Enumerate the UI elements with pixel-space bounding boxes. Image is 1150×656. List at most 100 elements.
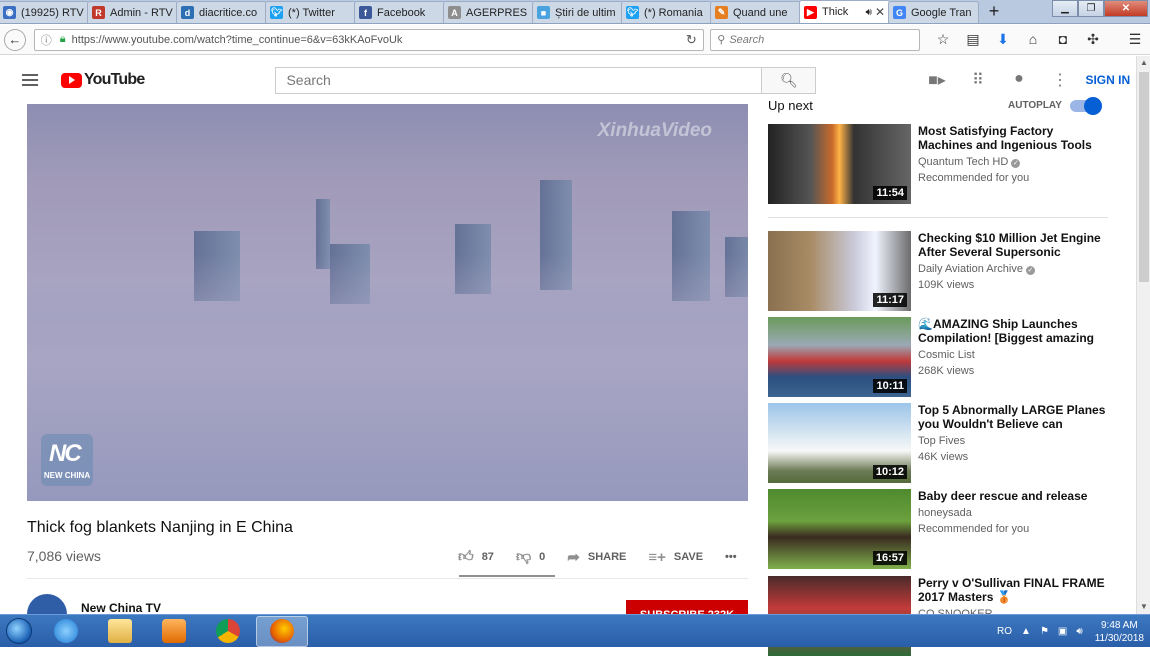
recommended-channel[interactable]: Top Fives — [918, 435, 965, 447]
video-duration: 16:57 — [872, 551, 907, 565]
network-icon[interactable]: ▣ — [1058, 626, 1067, 637]
browser-tab[interactable]: ■ Știri de ultim — [532, 1, 623, 23]
recommended-video[interactable]: 11:17 Checking $10 Million Jet Engine Aft… — [768, 231, 1113, 311]
recommended-title[interactable]: Most Satisfying Factory Machines and Ing… — [918, 124, 1106, 152]
scrollbar-thumb[interactable] — [1139, 72, 1149, 282]
thumbs-down-icon: 👎︎ — [515, 548, 532, 565]
ie-icon[interactable] — [40, 616, 92, 647]
video-player[interactable]: XinhuaVideo NC NEW CHINA — [27, 104, 748, 501]
recommended-video[interactable]: 16:57 Baby deer rescue and release honeysa… — [768, 489, 1113, 569]
system-tray: RO ▲ ⚑ ▣ 🔊︎ 9:48 AM 11/30/2018 — [988, 615, 1144, 648]
recommended-title[interactable]: Baby deer rescue and release — [918, 489, 1106, 503]
like-button[interactable]: 👍︎ 87 — [458, 548, 494, 566]
browser-tab[interactable]: ▶ Thick 🔊︎ ✕ — [799, 0, 890, 23]
view-count: 7,086 views — [27, 548, 101, 564]
pen-icon: ✎ — [715, 6, 728, 19]
recommended-channel[interactable]: Cosmic List — [918, 349, 975, 361]
firefox-icon[interactable] — [256, 615, 308, 647]
info-icon[interactable]: ⓘ — [41, 32, 52, 48]
video-thumbnail[interactable]: 11:17 — [768, 231, 911, 311]
start-button[interactable] — [0, 615, 38, 648]
recommended-title[interactable]: 🌊AMAZING Ship Launches Compilation! [Big… — [918, 317, 1106, 345]
download-icon[interactable]: ⬇ — [988, 31, 1018, 48]
address-bar[interactable]: ⓘ 🔒︎ https://www.youtube.com/watch?time_… — [33, 28, 705, 51]
language-indicator[interactable]: RO — [997, 626, 1012, 637]
video-duration: 11:17 — [873, 293, 907, 307]
facebook-icon: f — [359, 6, 372, 19]
browser-tab[interactable]: ◉ (19925) RTV — [0, 1, 89, 23]
extension-icon[interactable]: ✣ — [1078, 31, 1108, 48]
browser-tab[interactable]: 🐦︎ (*) Romania — [621, 1, 712, 23]
apps-grid-icon[interactable]: ⠿ — [957, 70, 998, 90]
video-thumbnail[interactable]: 10:11 — [768, 317, 911, 397]
menu-icon[interactable]: ☰ — [1120, 31, 1150, 48]
share-button[interactable]: ➦ SHARE — [567, 548, 626, 566]
dislike-button[interactable]: 👎︎ 0 — [516, 548, 545, 566]
home-icon[interactable]: ⌂ — [1018, 31, 1048, 48]
volume-icon[interactable]: 🔊︎ — [1076, 626, 1082, 637]
minimize-button[interactable]: ▁ — [1052, 0, 1078, 17]
close-tab-icon[interactable]: ✕ — [875, 5, 885, 19]
browser-search-box[interactable]: ⚲ Search — [710, 28, 920, 51]
channel-name[interactable]: New China TV — [81, 601, 161, 615]
save-button[interactable]: ≡+ SAVE — [648, 549, 703, 566]
browser-tab[interactable]: A AGERPRES - — [443, 1, 534, 23]
media-player-icon[interactable] — [148, 616, 200, 647]
flag-icon[interactable]: ⚑ — [1040, 626, 1049, 637]
scroll-down-icon[interactable]: ▼ — [1137, 600, 1150, 614]
video-thumbnail[interactable]: 10:12 — [768, 403, 911, 483]
browser-tab[interactable]: f Facebook — [354, 1, 445, 23]
recommended-title[interactable]: Perry v O'Sullivan FINAL FRAME 2017 Mast… — [918, 576, 1106, 604]
pocket-icon[interactable]: ◘ — [1048, 31, 1078, 48]
sign-in-button[interactable]: SIGN IN — [1085, 73, 1130, 87]
url-text[interactable]: https://www.youtube.com/watch?time_conti… — [72, 34, 680, 46]
clock[interactable]: 9:48 AM 11/30/2018 — [1095, 619, 1144, 645]
autoplay-toggle[interactable] — [1070, 97, 1102, 115]
page-scrollbar[interactable]: ▲ ▼ — [1136, 56, 1150, 614]
recommended-video[interactable]: 10:11 🌊AMAZING Ship Launches Compilation!… — [768, 317, 1113, 397]
hamburger-menu-icon[interactable] — [22, 74, 38, 86]
upload-video-icon[interactable]: ■▸ — [916, 70, 957, 90]
explorer-icon[interactable] — [94, 616, 146, 647]
new-tab-button[interactable]: + — [979, 1, 1009, 23]
chrome-icon[interactable] — [202, 616, 254, 647]
video-thumbnail[interactable]: 16:57 — [768, 489, 911, 569]
show-hidden-icons[interactable]: ▲ — [1021, 626, 1031, 637]
recommended-channel[interactable]: Quantum Tech HD ✓ — [918, 156, 1021, 168]
reading-list-icon[interactable]: ▤ — [958, 31, 988, 48]
recommended-meta: Recommended for you — [918, 172, 1030, 184]
back-button[interactable]: ← — [4, 28, 26, 51]
browser-tab[interactable]: R Admin - RTV — [87, 1, 178, 23]
recommended-video[interactable]: 10:12 Top 5 Abnormally LARGE Planes you W… — [768, 403, 1113, 483]
recommended-video[interactable]: 11:54 Most Satisfying Factory Machines an… — [768, 124, 1113, 204]
video-thumbnail[interactable]: 11:54 — [768, 124, 911, 204]
youtube-logo[interactable]: YouTube — [61, 71, 145, 89]
restore-button[interactable]: ❐ — [1078, 0, 1104, 17]
browser-navbar: ← ⓘ 🔒︎ https://www.youtube.com/watch?tim… — [0, 25, 1150, 55]
tab-title: AGERPRES - — [466, 6, 529, 19]
settings-dots-icon[interactable]: ⋮ — [1039, 70, 1080, 90]
recommended-title[interactable]: Top 5 Abnormally LARGE Planes you Wouldn… — [918, 403, 1106, 431]
recommended-channel[interactable]: Daily Aviation Archive ✓ — [918, 263, 1035, 275]
scroll-up-icon[interactable]: ▲ — [1137, 56, 1150, 70]
tab-title: Thick — [822, 6, 849, 18]
messages-icon[interactable]: ● — [998, 70, 1039, 90]
more-actions-button[interactable]: ••• — [725, 551, 737, 563]
youtube-search-button[interactable]: 🔍︎ — [762, 66, 817, 94]
browser-tab[interactable]: d diacritice.co — [176, 1, 267, 23]
browser-tab[interactable]: 🐦︎ (*) Twitter — [265, 1, 356, 23]
tab-audio-icon[interactable]: 🔊︎ — [866, 7, 872, 18]
globe-icon: ◉ — [3, 6, 16, 19]
recommended-channel[interactable]: honeysada — [918, 507, 972, 519]
youtube-search-input[interactable]: Search — [275, 66, 763, 94]
video-duration: 10:12 — [872, 465, 907, 479]
recommended-title[interactable]: Checking $10 Million Jet Engine After Se… — [918, 231, 1106, 259]
browser-tab[interactable]: ✎ Quand une — [710, 1, 801, 23]
bookmark-star-icon[interactable]: ☆ — [928, 31, 958, 48]
reload-icon[interactable]: ↻ — [679, 32, 703, 48]
close-window-button[interactable]: ✕ — [1104, 0, 1148, 17]
r-icon: R — [92, 6, 105, 19]
tab-title: Admin - RTV — [110, 6, 173, 19]
browser-tab[interactable]: G Google Tran — [888, 1, 979, 23]
like-ratio-bar — [459, 575, 555, 577]
